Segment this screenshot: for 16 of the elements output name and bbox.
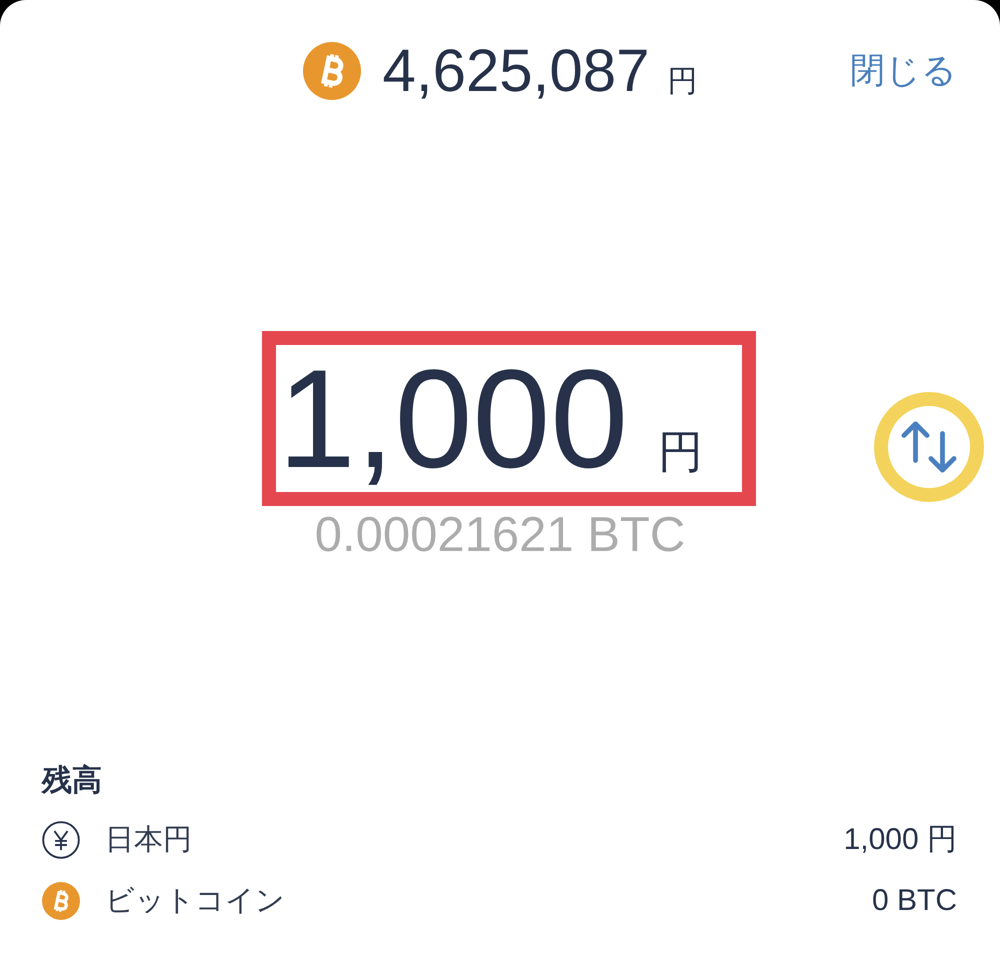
- bitcoin-icon: [42, 882, 80, 920]
- currency-name: ビットコイン: [105, 884, 285, 918]
- price-value: 4,625,087: [382, 40, 650, 102]
- balance-amount: 0 BTC: [872, 884, 957, 918]
- bitcoin-icon: [302, 42, 361, 100]
- swap-icon: [899, 421, 959, 473]
- balance-amount: 1,000 円: [844, 822, 957, 858]
- currency-unit: 円: [658, 425, 704, 479]
- currency-unit: 円: [667, 64, 698, 100]
- amount-value: 1,000: [278, 349, 628, 489]
- converted-amount: 0.00021621 BTC: [314, 507, 686, 563]
- close-button[interactable]: 閉じる: [850, 49, 957, 93]
- yen-icon: [42, 820, 80, 858]
- section-title: 残高: [42, 762, 102, 799]
- currency-name: 日本円: [105, 822, 192, 858]
- swap-button[interactable]: [899, 421, 959, 473]
